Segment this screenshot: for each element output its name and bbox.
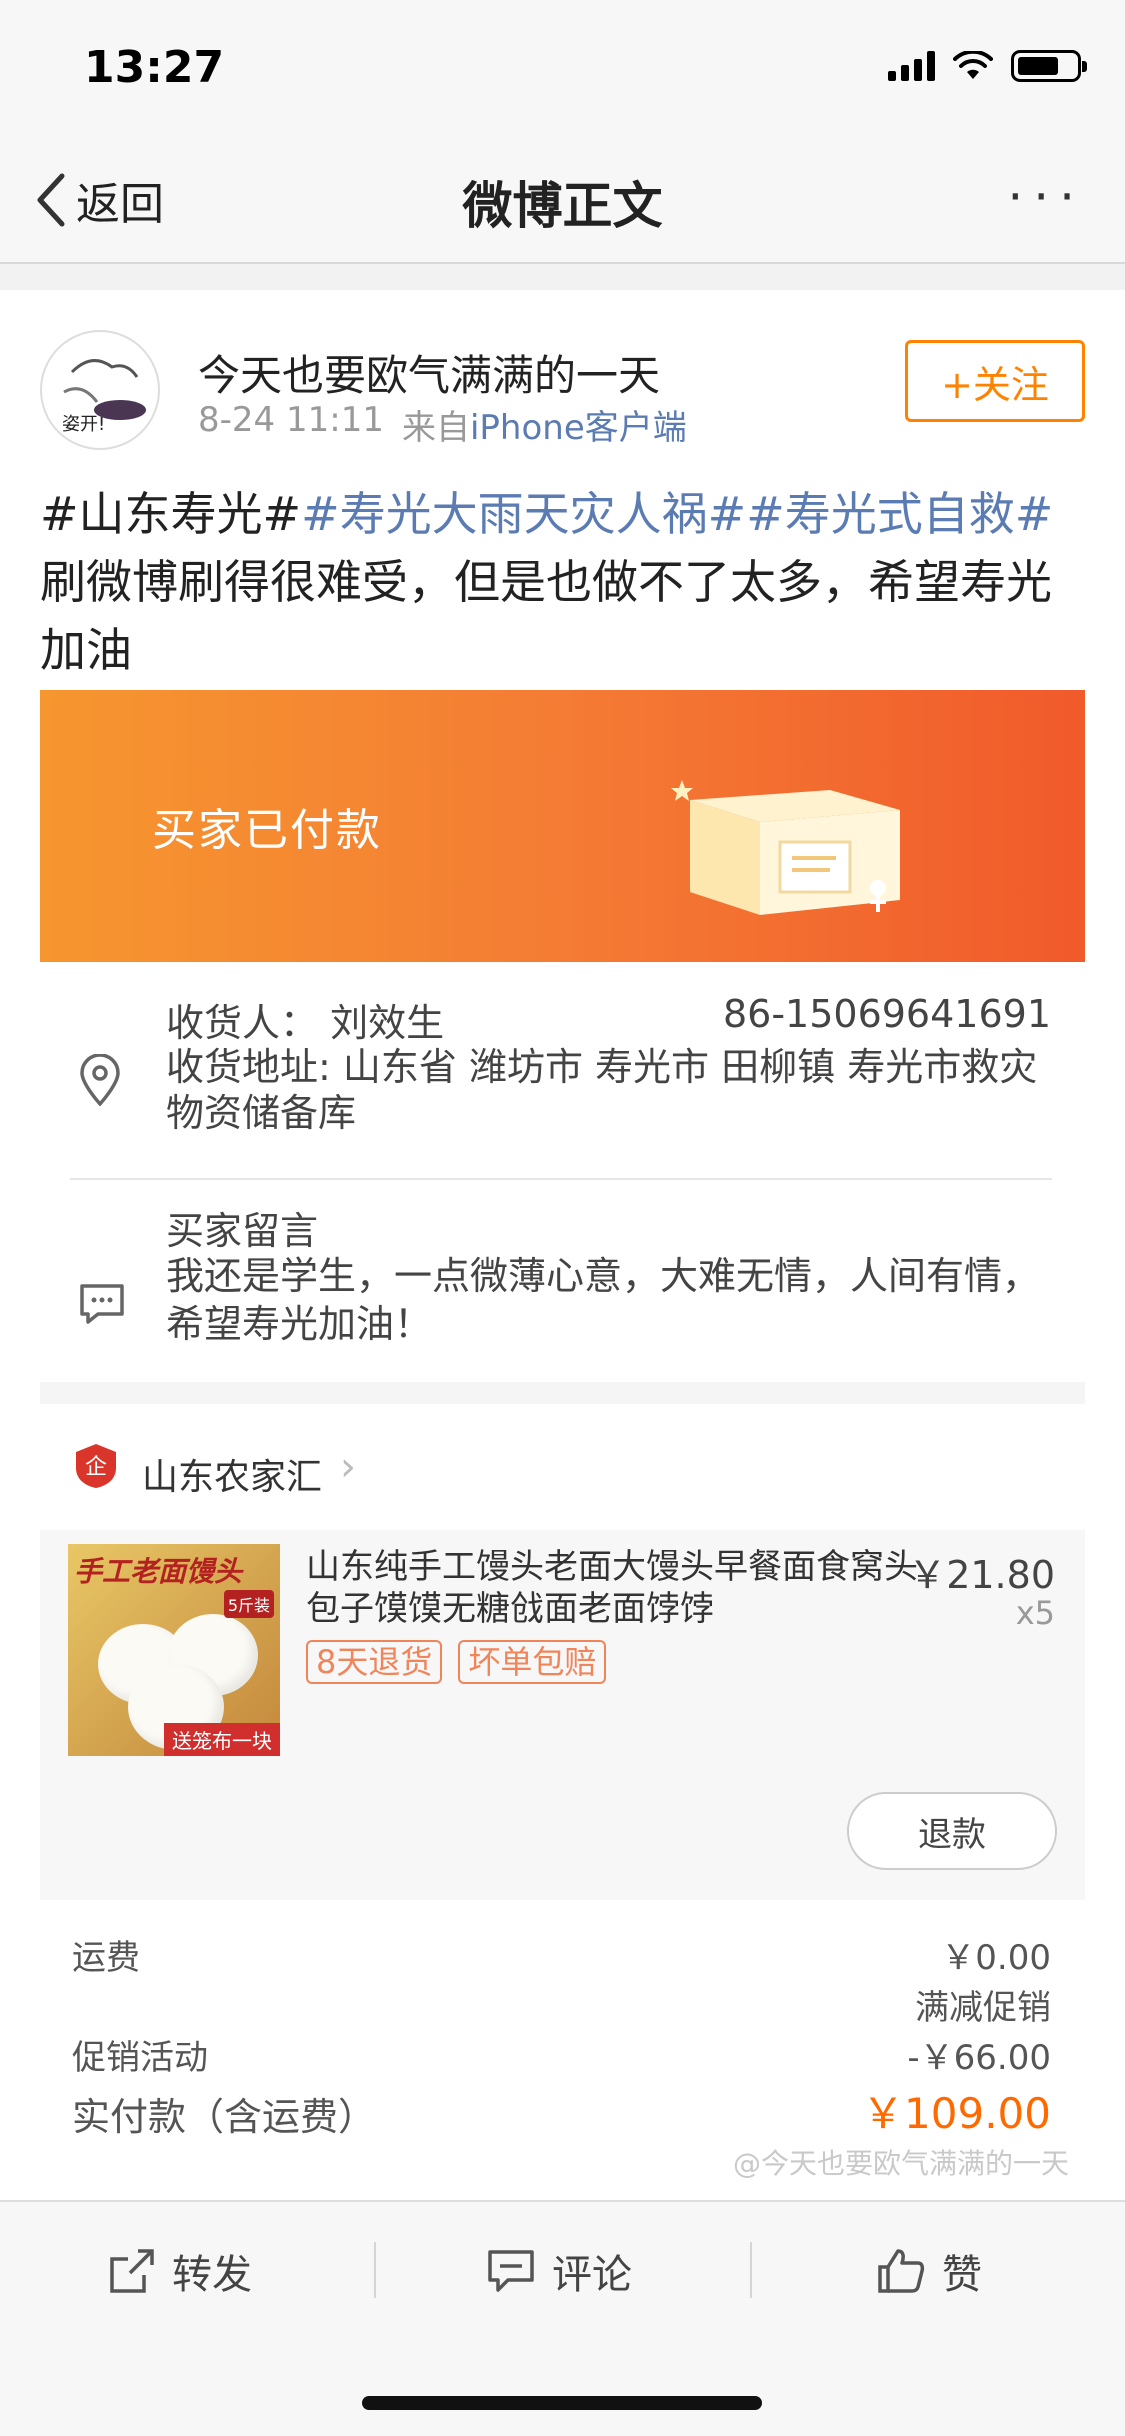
post-meta: 8-24 11:11 来自iPhone客户端 — [198, 400, 687, 449]
user-name[interactable]: 今天也要欧气满满的一天 — [198, 342, 660, 403]
comment-label: 评论 — [552, 2252, 632, 2298]
chevron-right-icon: › — [340, 1444, 356, 1490]
hashtag-link-1[interactable]: #寿光大雨天灾人祸# — [301, 487, 746, 541]
source-link[interactable]: iPhone客户端 — [470, 408, 687, 448]
avatar-text: 姿开! — [62, 414, 106, 435]
shop-name: 山东农家汇 — [142, 1457, 323, 1498]
comment-button[interactable]: 评论 — [486, 2242, 632, 2300]
product-quantity: x5 — [1015, 1594, 1055, 1632]
hashtag-link-2[interactable]: #寿光式自救# — [746, 487, 1053, 541]
message-text: 我还是学生，一点微薄心意，大难无情，人间有情，希望寿光加油！ — [166, 1254, 1041, 1346]
return-tag: 8天退货 — [306, 1640, 443, 1684]
order-status: 买家已付款 — [152, 805, 382, 856]
source-prefix: 来自 — [401, 408, 470, 448]
order-status-banner: 买家已付款 — [40, 690, 1085, 962]
wifi-icon — [953, 51, 993, 79]
divider — [70, 1178, 1052, 1180]
home-indicator — [362, 2396, 762, 2410]
consignee: 收货人： 刘效生 — [166, 1001, 445, 1045]
post-card: 姿开! 今天也要欧气满满的一天 8-24 11:11 来自iPhone客户端 +… — [0, 290, 1125, 2200]
follow-button[interactable]: +关注 — [905, 340, 1085, 422]
action-separator — [374, 2242, 376, 2298]
repost-button[interactable]: 转发 — [108, 2242, 252, 2300]
action-separator — [750, 2242, 752, 2298]
shipping-fee-value: ￥0.00 — [941, 1938, 1051, 1978]
more-icon[interactable]: ··· — [1007, 168, 1085, 226]
product-price: ￥21.80 — [908, 1553, 1055, 1597]
page-title: 微博正文 — [462, 177, 663, 235]
package-illustration — [671, 780, 900, 915]
location-pin-icon — [80, 1054, 120, 1106]
promo-label: 促销活动 — [72, 2038, 208, 2078]
total-value: ￥109.00 — [862, 2089, 1051, 2138]
post-time: 8-24 11:11 — [198, 400, 384, 440]
refund-button[interactable]: 退款 — [847, 1792, 1057, 1870]
shop-badge-icon: 企 — [76, 1444, 116, 1488]
section-gap — [40, 1382, 1085, 1404]
repost-label: 转发 — [172, 2252, 252, 2298]
topic-text: #山东寿光# — [40, 487, 302, 541]
status-icons — [888, 50, 1087, 82]
thumbs-up-icon — [878, 2249, 925, 2293]
svg-text:企: 企 — [85, 1455, 107, 1480]
product-image-tag: 送笼布一块 — [164, 1723, 280, 1756]
nav-bar: 返回 微博正文 ··· — [0, 132, 1125, 264]
message-label: 买家留言 — [166, 1209, 319, 1253]
product-image: 手工老面馒头 5斤装 送笼布一块 — [68, 1544, 280, 1756]
signal-icon — [888, 51, 935, 81]
shipping-info: 收货人： 刘效生 86-15069641691 收货地址: 山东省 潍坊市 寿光… — [40, 962, 1085, 1222]
chat-icon — [80, 1284, 124, 1324]
repost-icon — [110, 2249, 154, 2293]
consignee-phone: 86-15069641691 — [722, 992, 1051, 1036]
body-text: 刷微博刷得很难受，但是也做不了太多，希望寿光加油 — [40, 555, 1052, 677]
buyer-message: 买家留言 我还是学生，一点微薄心意，大难无情，人间有情，希望寿光加油！ — [40, 1190, 1085, 1370]
product-title: 山东纯手工馒头老面大馒头早餐面食窝头包子馍馍无糖戗面老面饽饽 — [306, 1547, 918, 1629]
shipping-fee-label: 运费 — [72, 1938, 140, 1978]
status-time: 13:27 — [84, 42, 225, 93]
like-button[interactable]: 赞 — [876, 2242, 982, 2300]
product-card[interactable]: 手工老面馒头 5斤装 送笼布一块 山东纯手工馒头老面大馒头早餐面食窝头包子馍馍无… — [40, 1530, 1085, 1900]
shop-row[interactable]: 企 山东农家汇 › — [40, 1404, 1085, 1530]
product-tags: 8天退货 坏单包赔 — [306, 1640, 607, 1684]
product-image-weight: 5斤装 — [223, 1590, 274, 1618]
avatar[interactable]: 姿开! — [40, 330, 160, 450]
like-label: 赞 — [942, 2252, 982, 2298]
promo-value: -￥66.00 — [907, 2038, 1051, 2078]
watermark: @今天也要欧气满满的一天 — [732, 2147, 1069, 2180]
battery-icon — [1011, 50, 1087, 82]
shipping-address: 收货地址: 山东省 潍坊市 寿光市 田柳镇 寿光市救灾物资储备库 — [166, 1045, 1038, 1135]
damage-tag: 坏单包赔 — [458, 1640, 607, 1684]
comment-icon — [488, 2250, 534, 2292]
post-source: 来自iPhone客户端 — [402, 400, 687, 449]
promo-name: 满减促销 — [915, 1988, 1051, 2028]
status-bar: 13:27 — [0, 0, 1125, 132]
total-label: 实付款（含运费） — [72, 2095, 377, 2139]
product-image-title: 手工老面馒头 — [74, 1555, 243, 1588]
